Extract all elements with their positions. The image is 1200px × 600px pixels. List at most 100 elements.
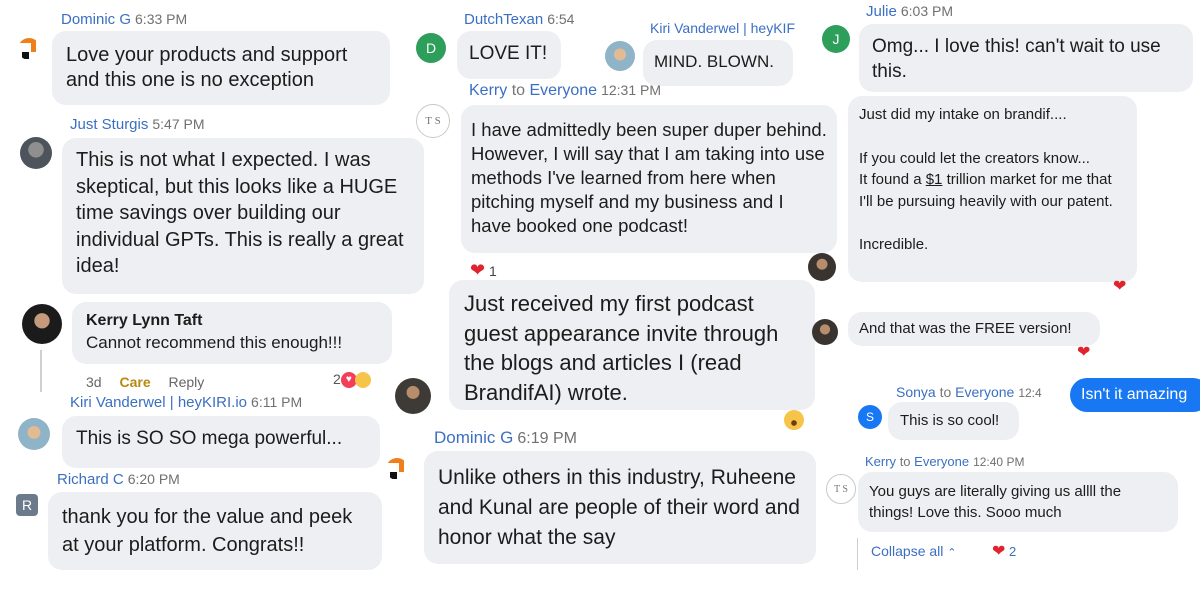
comment-bubble: This is so cool!: [888, 402, 1019, 440]
avatar[interactable]: [812, 319, 838, 345]
comment-bubble: Omg... I love this! can't wait to use th…: [859, 24, 1193, 92]
author-name[interactable]: DutchTexan: [464, 11, 543, 28]
avatar[interactable]: [808, 253, 836, 281]
timestamp: 6:11 PM: [251, 394, 303, 410]
recipient: Everyone: [914, 454, 970, 469]
inline-link[interactable]: $1: [926, 171, 943, 188]
comment-author[interactable]: Kerry to Everyone 12:31 PM: [469, 82, 661, 100]
author-name[interactable]: Kiri Vanderwel | heyKIF: [650, 20, 795, 36]
author-name[interactable]: Sonya: [896, 384, 936, 400]
comment-text: You guys are literally giving us allll t…: [869, 483, 1122, 521]
care-reaction[interactable]: Care: [119, 374, 150, 390]
avatar[interactable]: J: [822, 25, 850, 53]
avatar[interactable]: D: [416, 33, 446, 63]
comment-text: Unlike others in this industry, Ruheene …: [438, 466, 800, 549]
comment-author[interactable]: Dominic G 6:19 PM: [434, 428, 577, 448]
comment-bubble: Unlike others in this industry, Ruheene …: [424, 451, 816, 564]
comment-bubble: Kerry Lynn Taft Cannot recommend this en…: [72, 302, 392, 364]
comment-text: Cannot recommend this enough!!!: [86, 333, 343, 352]
comment-author[interactable]: Julie 6:03 PM: [866, 3, 953, 20]
avatar[interactable]: T S: [416, 104, 450, 138]
reply-button[interactable]: Reply: [169, 374, 205, 390]
comment-text: Love your products and support and this …: [66, 44, 348, 91]
author-name[interactable]: Richard C: [57, 471, 124, 488]
comment-actions: 3d Care Reply: [86, 374, 204, 390]
author-name[interactable]: Dominic G: [434, 428, 513, 447]
comment-text: thank you for the value and peek at your…: [62, 506, 353, 556]
avatar[interactable]: [22, 304, 62, 344]
avatar-letter: S: [865, 410, 874, 424]
comment-text: I have admittedly been super duper behin…: [471, 119, 827, 236]
comment-author[interactable]: Dominic G 6:33 PM: [61, 11, 187, 28]
comment-bubble: thank you for the value and peek at your…: [48, 492, 382, 570]
recipient: Everyone: [529, 82, 598, 99]
timestamp: 5:47 PM: [152, 116, 205, 132]
reaction-summary[interactable]: 2 ♥: [333, 371, 371, 389]
comment-bubble: Just received my first podcast guest app…: [449, 280, 815, 410]
comment-bubble: This is not what I expected. I was skept…: [62, 138, 424, 294]
comment-author[interactable]: Just Sturgis 5:47 PM: [70, 116, 205, 133]
comment-author[interactable]: Sonya to Everyone 12:4: [896, 384, 1042, 400]
comment-author[interactable]: Kiri Vanderwel | heyKIRI.io 6:11 PM: [70, 394, 302, 411]
comment-text: This is SO SO mega powerful...: [76, 428, 343, 449]
collapse-all-link[interactable]: Collapse all ⌃: [871, 543, 956, 559]
comment-bubble: And that was the FREE version!: [848, 312, 1100, 346]
recipient: Everyone: [955, 384, 1015, 400]
avatar-letter: R: [21, 497, 33, 513]
avatar[interactable]: T S: [826, 474, 856, 504]
avatar[interactable]: [18, 418, 50, 450]
comment-bubble: LOVE IT!: [457, 31, 561, 79]
reaction-count: 2: [1009, 544, 1017, 559]
avatar-letter: J: [832, 31, 840, 47]
wow-emoji-icon[interactable]: [784, 410, 804, 430]
comment-text: Just received my first podcast guest app…: [464, 291, 779, 405]
comment-age: 3d: [86, 374, 102, 390]
thread-line: [857, 538, 858, 570]
timestamp: 6:20 PM: [127, 471, 180, 487]
timestamp: 6:54: [547, 11, 575, 27]
comment-bubble: MIND. BLOWN.: [643, 40, 793, 86]
heart-icon: ❤: [992, 543, 1006, 560]
reaction-count: 1: [488, 263, 497, 279]
heart-icon: ❤: [470, 260, 486, 280]
comment-author[interactable]: Richard C 6:20 PM: [57, 471, 180, 488]
avatar[interactable]: [20, 137, 52, 169]
comment-text: Omg... I love this! can't wait to use th…: [872, 36, 1161, 82]
author-name[interactable]: Julie: [866, 3, 897, 20]
comment-bubble: Love your products and support and this …: [52, 31, 390, 105]
avatar[interactable]: [395, 378, 431, 414]
avatar-letter: D: [425, 40, 437, 56]
author-name[interactable]: Just Sturgis: [70, 116, 148, 133]
author-name[interactable]: Kerry: [469, 82, 507, 99]
collapse-label: Collapse all: [871, 543, 944, 559]
comment-line: If you could let the creators know...: [859, 149, 1090, 167]
sent-message-bubble: Isn't it amazing: [1070, 378, 1200, 412]
timestamp: 6:19 PM: [517, 430, 577, 447]
comment-text: This is not what I expected. I was skept…: [76, 149, 404, 277]
comment-bubble: I have admittedly been super duper behin…: [461, 105, 837, 253]
sent-message-text: Isn't it amazing: [1081, 386, 1188, 403]
author-name[interactable]: Dominic G: [61, 11, 131, 28]
avatar[interactable]: [605, 41, 635, 71]
comment-author[interactable]: DutchTexan 6:54: [464, 11, 574, 28]
author-name[interactable]: Kerry: [865, 454, 896, 469]
author-name[interactable]: Kiri Vanderwel | heyKIRI.io: [70, 394, 247, 411]
timestamp: 12:40 PM: [973, 455, 1025, 469]
comment-author[interactable]: Kiri Vanderwel | heyKIF: [650, 20, 805, 36]
comment-bubble: Just did my intake on brandif.... If you…: [848, 96, 1137, 282]
heart-icon[interactable]: ❤: [1077, 342, 1090, 362]
text-part: It found a: [859, 171, 926, 188]
to-label: to: [939, 384, 952, 400]
comment-line: Just did my intake on brandif....: [859, 106, 1067, 123]
reaction-summary[interactable]: ❤ 1: [470, 260, 497, 281]
avatar-initials: T S: [425, 115, 441, 127]
author-name[interactable]: Kerry Lynn Taft: [86, 312, 378, 330]
comment-bubble: You guys are literally giving us allll t…: [858, 472, 1178, 532]
brand-logo-icon: [386, 458, 408, 480]
heart-icon[interactable]: ❤: [1113, 276, 1126, 296]
reaction-summary[interactable]: ❤ 2: [992, 541, 1016, 561]
avatar[interactable]: S: [858, 405, 882, 429]
comment-author[interactable]: Kerry to Everyone 12:40 PM: [865, 454, 1024, 469]
avatar[interactable]: R: [16, 494, 38, 516]
comment-text: LOVE IT!: [469, 43, 548, 64]
